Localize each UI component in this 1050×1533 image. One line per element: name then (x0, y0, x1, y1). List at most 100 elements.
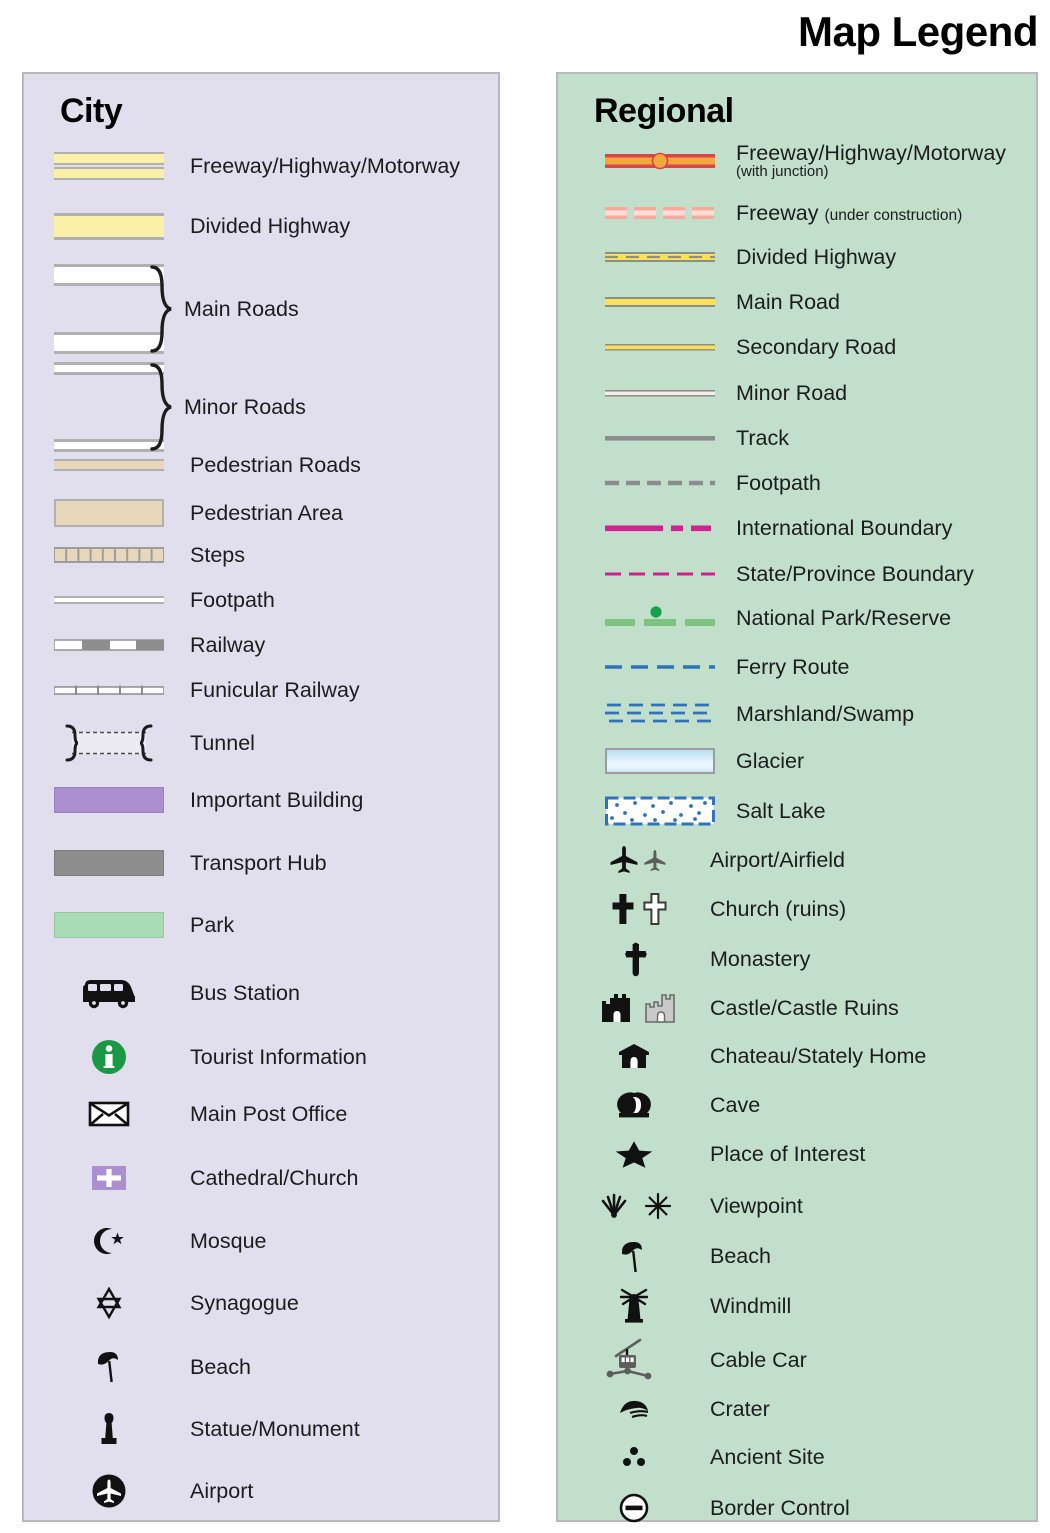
footpath-dash-symbol (600, 478, 720, 488)
legend-row-city-beach[interactable]: Beach (24, 1348, 498, 1386)
crescent-star-icon (72, 1224, 146, 1258)
legend-row-regional-divided-highway[interactable]: Divided Highway (558, 246, 1036, 269)
legend-row-city-freeway[interactable]: Freeway/Highway/Motorway (24, 152, 498, 180)
legend-row-regional-state-boundary[interactable]: State/Province Boundary (558, 563, 1036, 586)
legend-label: Airport (190, 1478, 254, 1503)
minor-road-symbol (600, 387, 720, 399)
legend-row-city-pedestrian-area[interactable]: Pedestrian Area (24, 499, 498, 527)
legend-sublabel: (under construction) (824, 207, 963, 224)
legend-label: Statue/Monument (190, 1416, 360, 1441)
footpath-symbol (50, 596, 168, 605)
legend-label: Track (736, 426, 789, 450)
pedestrian-roads-symbol (50, 459, 168, 472)
legend-label: Footpath (190, 588, 275, 612)
legend-row-regional-viewpoint[interactable]: Viewpoint (558, 1189, 1036, 1223)
envelope-icon (72, 1100, 146, 1128)
legend-row-city-pedestrian-roads[interactable]: Pedestrian Roads (24, 454, 498, 477)
legend-label: Main Road (736, 290, 840, 314)
legend-row-regional-cable-car[interactable]: Cable Car (558, 1336, 1036, 1384)
legend-row-city-synagogue[interactable]: Synagogue (24, 1286, 498, 1320)
legend-label: Railway (190, 633, 266, 657)
legend-row-regional-ancient-site[interactable]: Ancient Site (558, 1443, 1036, 1471)
legend-row-regional-beach[interactable]: Beach (558, 1238, 1036, 1274)
legend-label: Chateau/Stately Home (710, 1043, 927, 1068)
airplane-pair-icon (574, 842, 694, 878)
legend-label: Main Post Office (190, 1101, 348, 1126)
legend-row-regional-ferry-route[interactable]: Ferry Route (558, 656, 1036, 679)
legend-row-regional-track[interactable]: Track (558, 427, 1036, 450)
legend-row-city-important-building[interactable]: Important Building (24, 787, 498, 813)
legend-label: Important Building (190, 787, 364, 812)
monastery-cross-icon (574, 940, 694, 978)
legend-row-regional-crater[interactable]: Crater (558, 1394, 1036, 1424)
bus-icon (72, 976, 146, 1010)
legend-row-regional-secondary-road[interactable]: Secondary Road (558, 336, 1036, 359)
railway-symbol (50, 639, 168, 651)
star-of-david-icon (72, 1286, 146, 1320)
legend-row-city-steps[interactable]: Steps (24, 544, 498, 567)
freeway-band-symbol (50, 152, 168, 180)
legend-row-regional-salt-lake[interactable]: Salt Lake (558, 796, 1036, 826)
legend-row-regional-main-road[interactable]: Main Road (558, 291, 1036, 314)
transport-hub-swatch (50, 850, 168, 876)
legend-row-city-park[interactable]: Park (24, 912, 498, 938)
legend-row-regional-airport[interactable]: Airport/Airfield (558, 842, 1036, 878)
main-road-symbol (600, 295, 720, 309)
cable-car-icon (574, 1336, 694, 1384)
legend-row-city-bus-station[interactable]: Bus Station (24, 976, 498, 1010)
salt-lake-swatch (600, 796, 720, 826)
legend-row-city-tunnel[interactable]: Tunnel (24, 722, 498, 764)
city-heading: City (60, 92, 123, 130)
statue-icon (72, 1410, 146, 1448)
legend-row-city-cathedral[interactable]: Cathedral/Church (24, 1162, 498, 1194)
legend-row-regional-freeway[interactable]: Freeway/Highway/Motorway (with junction) (558, 142, 1036, 179)
legend-row-city-minor-roads[interactable]: Minor Roads (24, 362, 498, 452)
legend-label: Freeway/Highway/Motorway (with junction) (736, 141, 1007, 180)
legend-row-regional-cave[interactable]: Cave (558, 1089, 1036, 1121)
regional-legend-panel: Regional Freeway/Highway/Motorway (with … (556, 72, 1038, 1524)
legend-row-city-statue[interactable]: Statue/Monument (24, 1410, 498, 1448)
legend-row-regional-marshland[interactable]: Marshland/Swamp (558, 700, 1036, 728)
state-boundary-symbol (600, 569, 720, 579)
legend-row-city-tourist-information[interactable]: Tourist Information (24, 1037, 498, 1077)
legend-row-regional-windmill[interactable]: Windmill (558, 1287, 1036, 1325)
international-boundary-symbol (600, 522, 720, 534)
beach-umbrella-icon (72, 1348, 146, 1386)
legend-label: Cathedral/Church (190, 1165, 359, 1190)
legend-label: Ferry Route (736, 655, 850, 679)
legend-row-regional-chateau[interactable]: Chateau/Stately Home (558, 1040, 1036, 1072)
legend-label: International Boundary (736, 516, 953, 540)
legend-row-regional-freeway-construction[interactable]: Freeway (under construction) (558, 202, 1036, 225)
secondary-road-symbol (600, 341, 720, 353)
marshland-symbol (600, 700, 720, 728)
legend-row-regional-church-ruins[interactable]: Church (ruins) (558, 891, 1036, 927)
legend-row-regional-international-boundary[interactable]: International Boundary (558, 517, 1036, 540)
legend-label: Border Control (710, 1495, 850, 1520)
legend-row-city-divided-highway[interactable]: Divided Highway (24, 213, 498, 240)
legend-row-regional-minor-road[interactable]: Minor Road (558, 382, 1036, 405)
legend-row-city-main-roads[interactable]: Main Roads (24, 264, 498, 354)
legend-row-regional-footpath[interactable]: Footpath (558, 472, 1036, 495)
legend-row-regional-place-of-interest[interactable]: Place of Interest (558, 1139, 1036, 1169)
page-title: Map Legend (797, 8, 1039, 55)
legend-row-regional-national-park[interactable]: National Park/Reserve (558, 606, 1036, 630)
legend-row-regional-castle[interactable]: Castle/Castle Ruins (558, 989, 1036, 1027)
pedestrian-area-symbol (50, 499, 168, 527)
legend-row-city-footpath[interactable]: Footpath (24, 589, 498, 612)
legend-row-city-post-office[interactable]: Main Post Office (24, 1100, 498, 1128)
legend-row-city-funicular[interactable]: Funicular Railway (24, 679, 498, 702)
legend-row-city-railway[interactable]: Railway (24, 634, 498, 657)
divided-highway-symbol (50, 213, 168, 240)
legend-row-regional-glacier[interactable]: Glacier (558, 748, 1036, 774)
legend-row-regional-monastery[interactable]: Monastery (558, 940, 1036, 978)
legend-label: Cave (710, 1092, 761, 1117)
minor-roads-brace (150, 362, 174, 452)
legend-row-regional-border-control[interactable]: Border Control (558, 1492, 1036, 1524)
airport-circle-icon (72, 1472, 146, 1510)
ferry-route-symbol (600, 662, 720, 672)
legend-row-city-airport[interactable]: Airport (24, 1472, 498, 1510)
legend-row-city-mosque[interactable]: Mosque (24, 1224, 498, 1258)
park-swatch (50, 912, 168, 938)
legend-label: Beach (710, 1243, 771, 1268)
legend-row-city-transport-hub[interactable]: Transport Hub (24, 850, 498, 876)
